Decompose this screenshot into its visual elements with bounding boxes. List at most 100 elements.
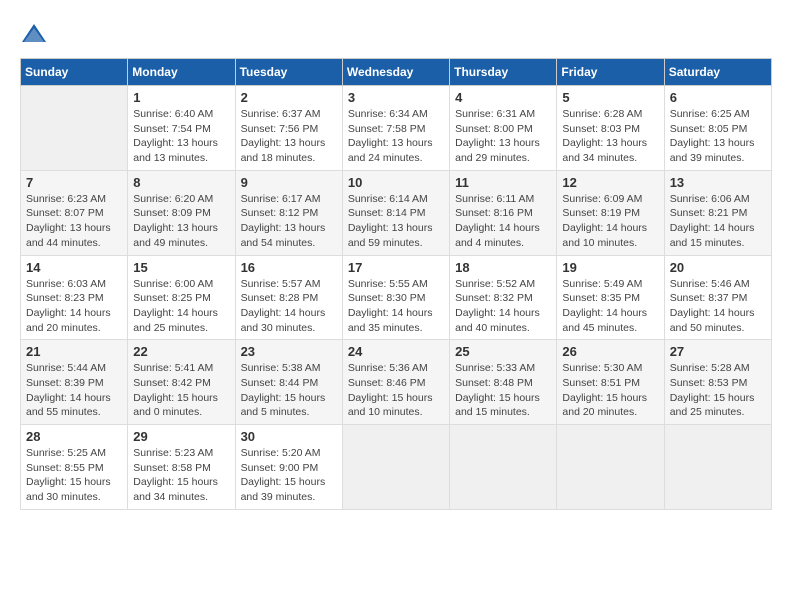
calendar-cell: 13 Sunrise: 6:06 AM Sunset: 8:21 PM Dayli… xyxy=(664,170,771,255)
calendar-cell: 16 Sunrise: 5:57 AM Sunset: 8:28 PM Dayli… xyxy=(235,255,342,340)
calendar-cell: 8 Sunrise: 6:20 AM Sunset: 8:09 PM Daylig… xyxy=(128,170,235,255)
day-info: Sunrise: 6:23 AM Sunset: 8:07 PM Dayligh… xyxy=(26,192,122,251)
day-number: 21 xyxy=(26,344,122,359)
calendar-cell: 10 Sunrise: 6:14 AM Sunset: 8:14 PM Dayli… xyxy=(342,170,449,255)
calendar-week-row: 21 Sunrise: 5:44 AM Sunset: 8:39 PM Dayli… xyxy=(21,340,772,425)
calendar-cell: 30 Sunrise: 5:20 AM Sunset: 9:00 PM Dayli… xyxy=(235,425,342,510)
calendar-cell: 20 Sunrise: 5:46 AM Sunset: 8:37 PM Dayli… xyxy=(664,255,771,340)
calendar-cell: 2 Sunrise: 6:37 AM Sunset: 7:56 PM Daylig… xyxy=(235,86,342,171)
day-info: Sunrise: 6:20 AM Sunset: 8:09 PM Dayligh… xyxy=(133,192,229,251)
day-number: 30 xyxy=(241,429,337,444)
calendar-cell xyxy=(664,425,771,510)
calendar-cell: 17 Sunrise: 5:55 AM Sunset: 8:30 PM Dayli… xyxy=(342,255,449,340)
calendar-cell: 18 Sunrise: 5:52 AM Sunset: 8:32 PM Dayli… xyxy=(450,255,557,340)
calendar-cell: 9 Sunrise: 6:17 AM Sunset: 8:12 PM Daylig… xyxy=(235,170,342,255)
calendar-cell: 19 Sunrise: 5:49 AM Sunset: 8:35 PM Dayli… xyxy=(557,255,664,340)
day-info: Sunrise: 5:28 AM Sunset: 8:53 PM Dayligh… xyxy=(670,361,766,420)
page-header xyxy=(20,20,772,48)
day-info: Sunrise: 5:55 AM Sunset: 8:30 PM Dayligh… xyxy=(348,277,444,336)
calendar-table: SundayMondayTuesdayWednesdayThursdayFrid… xyxy=(20,58,772,510)
day-number: 1 xyxy=(133,90,229,105)
day-info: Sunrise: 6:34 AM Sunset: 7:58 PM Dayligh… xyxy=(348,107,444,166)
day-number: 4 xyxy=(455,90,551,105)
day-number: 25 xyxy=(455,344,551,359)
day-number: 10 xyxy=(348,175,444,190)
day-info: Sunrise: 5:44 AM Sunset: 8:39 PM Dayligh… xyxy=(26,361,122,420)
day-info: Sunrise: 6:17 AM Sunset: 8:12 PM Dayligh… xyxy=(241,192,337,251)
calendar-cell: 29Sunrise: 5:23 AM Sunset: 8:58 PM Dayli… xyxy=(128,425,235,510)
day-number: 29 xyxy=(133,429,229,444)
day-number: 2 xyxy=(241,90,337,105)
day-number: 7 xyxy=(26,175,122,190)
day-info: Sunrise: 6:28 AM Sunset: 8:03 PM Dayligh… xyxy=(562,107,658,166)
calendar-cell: 5Sunrise: 6:28 AM Sunset: 8:03 PM Daylig… xyxy=(557,86,664,171)
day-info: Sunrise: 6:03 AM Sunset: 8:23 PM Dayligh… xyxy=(26,277,122,336)
weekday-header-row: SundayMondayTuesdayWednesdayThursdayFrid… xyxy=(21,59,772,86)
day-info: Sunrise: 6:37 AM Sunset: 7:56 PM Dayligh… xyxy=(241,107,337,166)
calendar-cell xyxy=(557,425,664,510)
calendar-cell: 22 Sunrise: 5:41 AM Sunset: 8:42 PM Dayli… xyxy=(128,340,235,425)
day-info: Sunrise: 5:49 AM Sunset: 8:35 PM Dayligh… xyxy=(562,277,658,336)
day-number: 22 xyxy=(133,344,229,359)
calendar-cell: 24 Sunrise: 5:36 AM Sunset: 8:46 PM Dayli… xyxy=(342,340,449,425)
calendar-week-row: 1 Sunrise: 6:40 AM Sunset: 7:54 PM Daylig… xyxy=(21,86,772,171)
day-info: Sunrise: 6:40 AM Sunset: 7:54 PM Dayligh… xyxy=(133,107,229,166)
day-info: Sunrise: 5:52 AM Sunset: 8:32 PM Dayligh… xyxy=(455,277,551,336)
calendar-cell xyxy=(21,86,128,171)
logo xyxy=(20,20,52,48)
calendar-week-row: 28 Sunrise: 5:25 AM Sunset: 8:55 PM Dayli… xyxy=(21,425,772,510)
day-number: 12 xyxy=(562,175,658,190)
day-info: Sunrise: 5:25 AM Sunset: 8:55 PM Dayligh… xyxy=(26,446,122,505)
day-info: Sunrise: 6:31 AM Sunset: 8:00 PM Dayligh… xyxy=(455,107,551,166)
weekday-header-wednesday: Wednesday xyxy=(342,59,449,86)
day-number: 9 xyxy=(241,175,337,190)
day-info: Sunrise: 6:25 AM Sunset: 8:05 PM Dayligh… xyxy=(670,107,766,166)
weekday-header-friday: Friday xyxy=(557,59,664,86)
day-info: Sunrise: 6:00 AM Sunset: 8:25 PM Dayligh… xyxy=(133,277,229,336)
calendar-cell xyxy=(342,425,449,510)
weekday-header-sunday: Sunday xyxy=(21,59,128,86)
day-number: 14 xyxy=(26,260,122,275)
day-info: Sunrise: 5:36 AM Sunset: 8:46 PM Dayligh… xyxy=(348,361,444,420)
day-number: 26 xyxy=(562,344,658,359)
day-number: 11 xyxy=(455,175,551,190)
day-number: 28 xyxy=(26,429,122,444)
day-info: Sunrise: 5:38 AM Sunset: 8:44 PM Dayligh… xyxy=(241,361,337,420)
day-number: 17 xyxy=(348,260,444,275)
day-number: 13 xyxy=(670,175,766,190)
calendar-cell: 7 Sunrise: 6:23 AM Sunset: 8:07 PM Daylig… xyxy=(21,170,128,255)
day-info: Sunrise: 6:06 AM Sunset: 8:21 PM Dayligh… xyxy=(670,192,766,251)
calendar-cell: 6Sunrise: 6:25 AM Sunset: 8:05 PM Daylig… xyxy=(664,86,771,171)
weekday-header-saturday: Saturday xyxy=(664,59,771,86)
day-number: 27 xyxy=(670,344,766,359)
day-number: 20 xyxy=(670,260,766,275)
calendar-cell: 26 Sunrise: 5:30 AM Sunset: 8:51 PM Dayli… xyxy=(557,340,664,425)
calendar-cell: 14 Sunrise: 6:03 AM Sunset: 8:23 PM Dayli… xyxy=(21,255,128,340)
calendar-cell: 23 Sunrise: 5:38 AM Sunset: 8:44 PM Dayli… xyxy=(235,340,342,425)
day-number: 24 xyxy=(348,344,444,359)
day-number: 8 xyxy=(133,175,229,190)
calendar-cell: 28 Sunrise: 5:25 AM Sunset: 8:55 PM Dayli… xyxy=(21,425,128,510)
day-number: 3 xyxy=(348,90,444,105)
day-number: 18 xyxy=(455,260,551,275)
weekday-header-tuesday: Tuesday xyxy=(235,59,342,86)
day-info: Sunrise: 5:30 AM Sunset: 8:51 PM Dayligh… xyxy=(562,361,658,420)
day-number: 16 xyxy=(241,260,337,275)
day-info: Sunrise: 6:14 AM Sunset: 8:14 PM Dayligh… xyxy=(348,192,444,251)
day-info: Sunrise: 5:41 AM Sunset: 8:42 PM Dayligh… xyxy=(133,361,229,420)
weekday-header-monday: Monday xyxy=(128,59,235,86)
day-number: 23 xyxy=(241,344,337,359)
day-info: Sunrise: 5:46 AM Sunset: 8:37 PM Dayligh… xyxy=(670,277,766,336)
day-number: 19 xyxy=(562,260,658,275)
calendar-cell: 3 Sunrise: 6:34 AM Sunset: 7:58 PM Daylig… xyxy=(342,86,449,171)
calendar-cell: 25Sunrise: 5:33 AM Sunset: 8:48 PM Dayli… xyxy=(450,340,557,425)
calendar-week-row: 7 Sunrise: 6:23 AM Sunset: 8:07 PM Daylig… xyxy=(21,170,772,255)
logo-icon xyxy=(20,20,48,48)
day-info: Sunrise: 6:11 AM Sunset: 8:16 PM Dayligh… xyxy=(455,192,551,251)
day-info: Sunrise: 5:20 AM Sunset: 9:00 PM Dayligh… xyxy=(241,446,337,505)
day-info: Sunrise: 5:57 AM Sunset: 8:28 PM Dayligh… xyxy=(241,277,337,336)
calendar-cell xyxy=(450,425,557,510)
day-number: 15 xyxy=(133,260,229,275)
calendar-cell: 12Sunrise: 6:09 AM Sunset: 8:19 PM Dayli… xyxy=(557,170,664,255)
weekday-header-thursday: Thursday xyxy=(450,59,557,86)
